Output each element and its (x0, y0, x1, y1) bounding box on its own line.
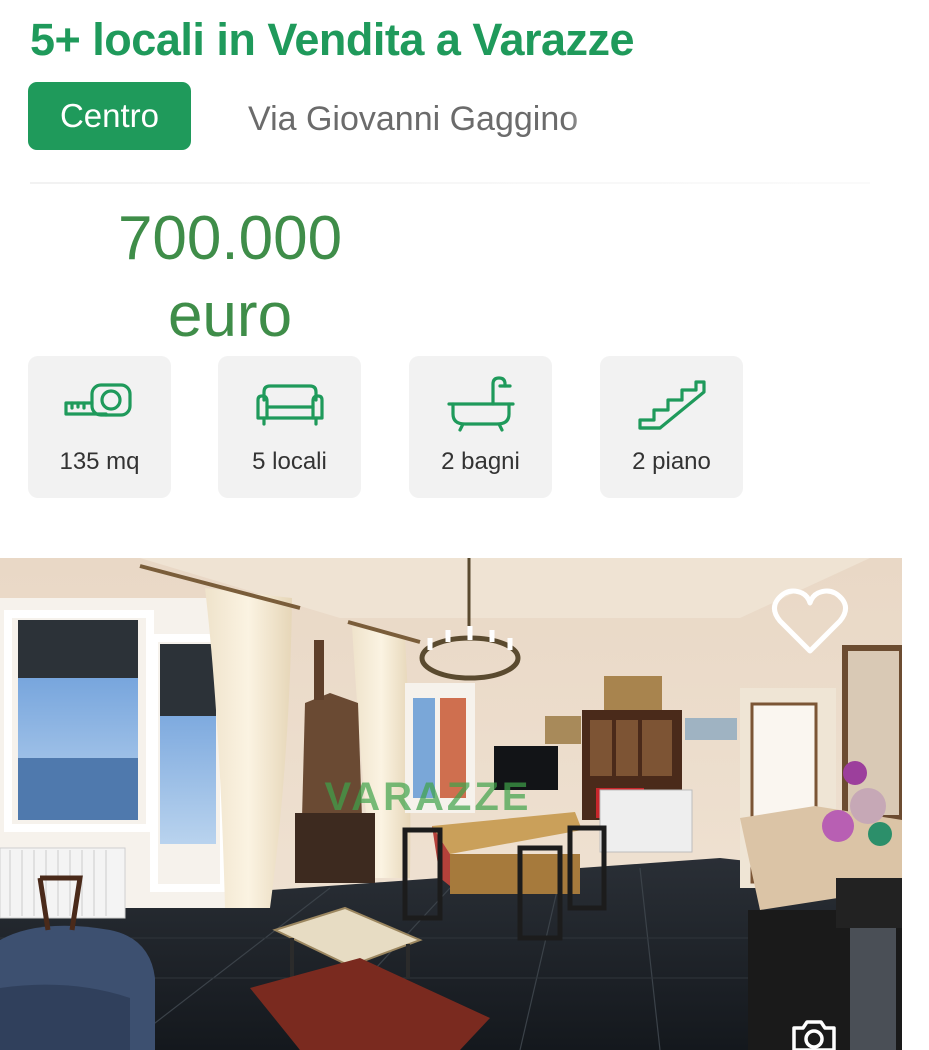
feature-card-bathrooms: 2 bagni (409, 356, 552, 498)
address-fade-overlay (566, 96, 612, 146)
camera-icon[interactable] (790, 1018, 838, 1050)
divider (30, 182, 870, 184)
price-amount: 700.000 (117, 204, 343, 273)
zone-badge[interactable]: Centro (28, 82, 191, 150)
listing-title: 5+ locali in Vendita a Varazze (30, 14, 635, 65)
feature-label: 135 mq (59, 448, 140, 475)
stairs-icon (638, 380, 706, 430)
price: 700.000 euro (100, 200, 360, 354)
bathtub-icon (447, 376, 515, 432)
favorite-heart-icon[interactable] (770, 585, 850, 657)
feature-label: 2 piano (632, 448, 711, 475)
living-room-photo: VARAZZE (0, 558, 902, 1050)
feature-card-rooms: 5 locali (218, 356, 361, 498)
measuring-tape-icon (64, 383, 132, 417)
feature-label: 5 locali (252, 448, 327, 475)
price-currency: euro (167, 281, 293, 350)
photo-watermark: VARAZZE (325, 775, 532, 819)
sofa-icon (256, 384, 324, 426)
feature-label: 2 bagni (441, 448, 520, 475)
feature-card-floor: 2 piano (600, 356, 743, 498)
address-text: Via Giovanni Gaggino (248, 100, 579, 138)
property-photo[interactable]: VARAZZE (0, 558, 902, 1050)
feature-card-surface: 135 mq (28, 356, 171, 498)
